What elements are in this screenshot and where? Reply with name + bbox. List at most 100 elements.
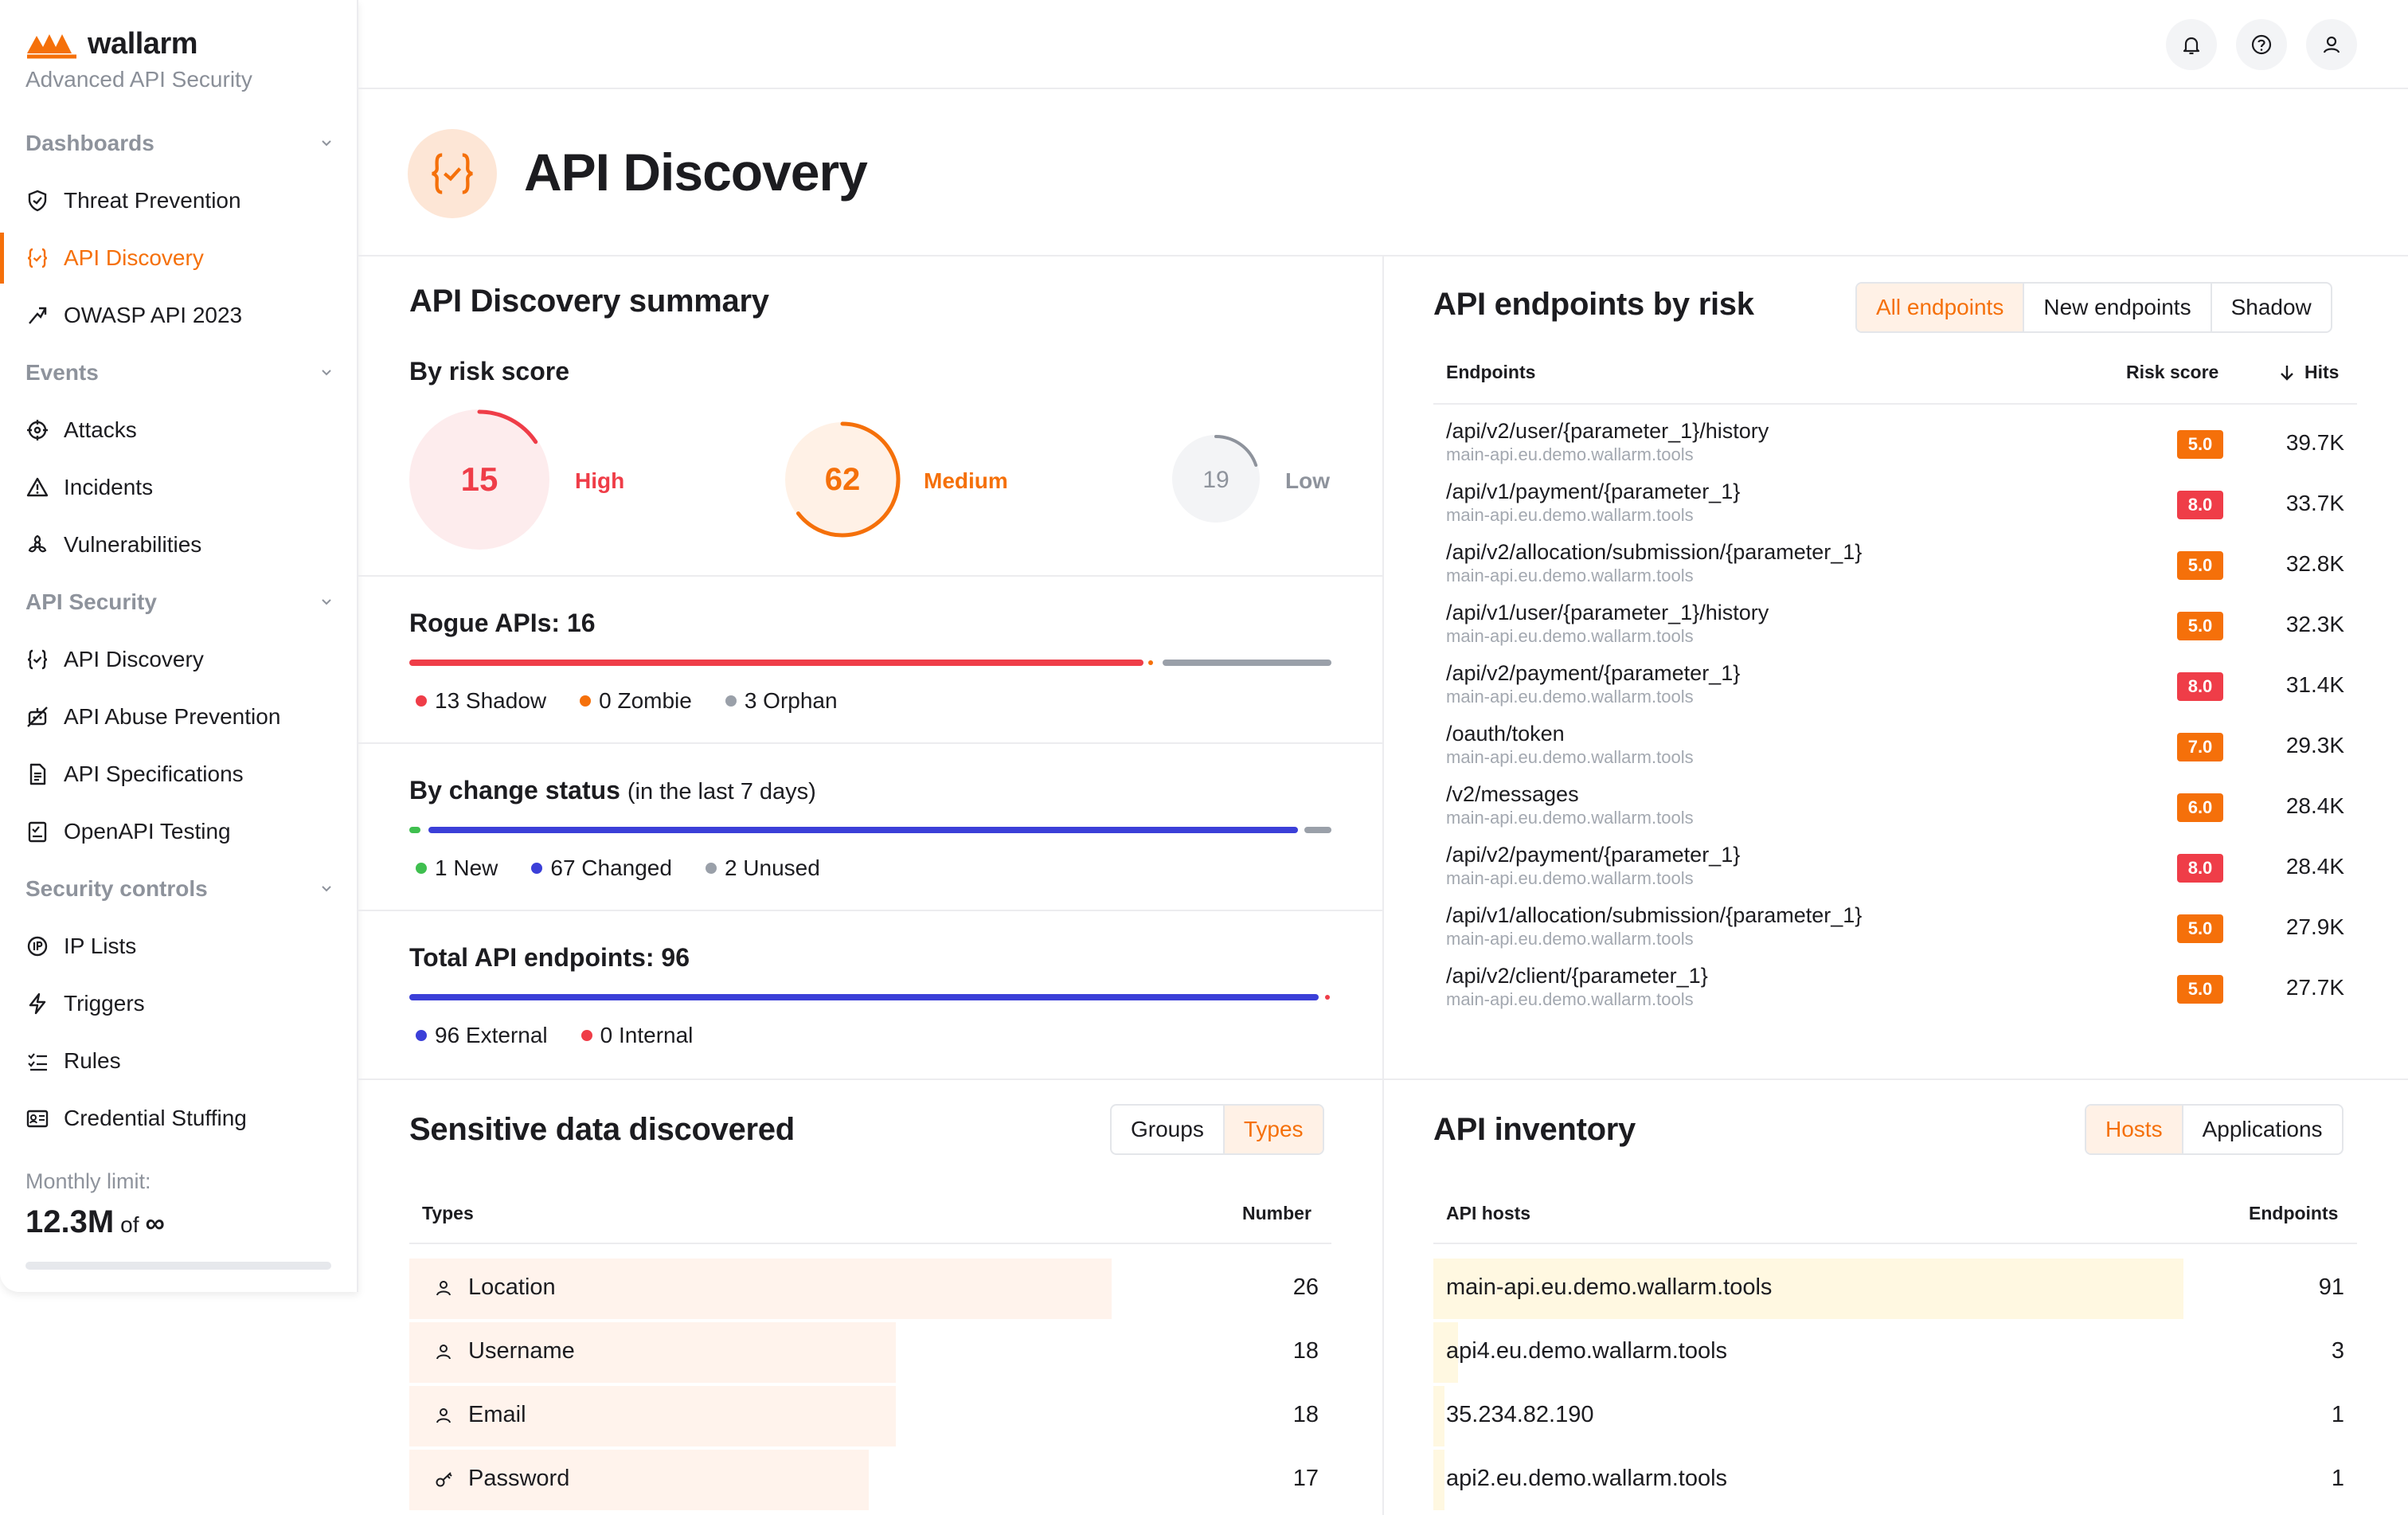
section-divider [358, 1079, 2408, 1080]
sidebar-item-label: API Discovery [64, 245, 204, 270]
sidebar-item-api-specifications[interactable]: API Specifications [0, 746, 358, 803]
change-legend-new[interactable]: 1 New [416, 855, 498, 881]
risk-medium-value: 62 [824, 462, 861, 497]
rogue-legend-orphan[interactable]: 3 Orphan [725, 688, 838, 714]
endpoint-host: main-api.eu.demo.wallarm.tools [1446, 868, 1694, 888]
endpoint-row[interactable]: /api/v2/allocation/submission/{parameter… [1433, 540, 2357, 601]
profile-button[interactable] [2306, 19, 2357, 70]
nav-section-api-security[interactable]: API Security [0, 574, 358, 631]
sidebar-item-rules[interactable]: Rules [0, 1032, 358, 1090]
sensitive-data-type: Username [435, 1338, 575, 1364]
legend-label: 0 Zombie [599, 688, 692, 713]
endpoint-host: main-api.eu.demo.wallarm.tools [1446, 687, 1694, 707]
sidebar-item-api-discovery-dashboard[interactable]: API Discovery [0, 229, 358, 287]
sidebar-item-label: Attacks [64, 417, 137, 442]
risk-score-header[interactable]: Risk score [2126, 362, 2218, 383]
sensitive-data-row[interactable]: Email 18 [409, 1386, 1331, 1446]
biohazard-icon [25, 533, 49, 557]
tab-applications[interactable]: Applications [2183, 1106, 2342, 1153]
legend-dot [580, 1030, 592, 1041]
endpoint-path: /api/v2/payment/{parameter_1} [1446, 661, 1741, 685]
total-legend: 96 External 0 Internal [416, 1023, 726, 1048]
sensitive-data-row[interactable]: Username 18 [409, 1322, 1331, 1383]
endpoint-row[interactable]: /v2/messages main-api.eu.demo.wallarm.too… [1433, 782, 2357, 843]
sidebar-item-owasp-api-2023[interactable]: OWASP API 2023 [0, 287, 358, 344]
inventory-row[interactable]: api4.eu.demo.wallarm.tools 3 [1433, 1322, 2357, 1383]
sidebar-item-openapi-testing[interactable]: OpenAPI Testing [0, 803, 358, 860]
tab-shadow[interactable]: Shadow [2212, 284, 2331, 331]
tab-all-endpoints[interactable]: All endpoints [1857, 284, 2025, 331]
rogue-legend-shadow[interactable]: 13 Shadow [416, 688, 546, 714]
nav-section-events[interactable]: Events [0, 344, 358, 401]
monthly-limit-max: ∞ [145, 1208, 165, 1239]
notifications-button[interactable] [2166, 19, 2217, 70]
endpoint-row[interactable]: /oauth/token main-api.eu.demo.wallarm.too… [1433, 722, 2357, 782]
inventory-row[interactable]: main-api.eu.demo.wallarm.tools 91 [1433, 1259, 2357, 1319]
endpoint-row[interactable]: /api/v2/payment/{parameter_1} main-api.eu… [1433, 661, 2357, 722]
sidebar-item-vulnerabilities[interactable]: Vulnerabilities [0, 516, 358, 574]
sidebar-item-label: Credential Stuffing [64, 1106, 247, 1130]
total-legend-internal[interactable]: 0 Internal [580, 1023, 693, 1048]
sidebar-item-attacks[interactable]: Attacks [0, 401, 358, 459]
endpoint-row[interactable]: /api/v2/payment/{parameter_1} main-api.eu… [1433, 843, 2357, 903]
tab-hosts[interactable]: Hosts [2086, 1106, 2183, 1153]
endpoints-tabs: All endpoints New endpoints Shadow [1855, 282, 2332, 333]
inventory-endpoints-header[interactable]: Endpoints [2249, 1203, 2338, 1224]
nav-section-dashboards[interactable]: Dashboards [0, 115, 358, 172]
tab-groups[interactable]: Groups [1112, 1106, 1225, 1153]
endpoint-host: main-api.eu.demo.wallarm.tools [1446, 626, 1694, 646]
hits-header-label: Hits [2304, 362, 2340, 382]
sidebar-item-api-abuse-prevention[interactable]: API Abuse Prevention [0, 688, 358, 746]
arrow-icon [25, 303, 49, 327]
sidebar-item-api-discovery[interactable]: API Discovery [0, 631, 358, 688]
inventory-row[interactable]: api2.eu.demo.wallarm.tools 1 [1433, 1450, 2357, 1510]
chevron-down-icon [322, 599, 331, 605]
brand[interactable]: wallarm [25, 27, 198, 61]
sidebar-item-ip-lists[interactable]: IP Lists [0, 918, 358, 975]
sidebar-item-credential-stuffing[interactable]: Credential Stuffing [0, 1090, 358, 1147]
endpoint-row[interactable]: /api/v1/allocation/submission/{parameter… [1433, 903, 2357, 964]
total-legend-external[interactable]: 96 External [416, 1023, 548, 1048]
endpoint-row[interactable]: /api/v2/client/{parameter_1} main-api.eu.… [1433, 964, 2357, 1024]
risk-score-badge: 7.0 [2177, 733, 2223, 761]
risk-score-badge: 5.0 [2177, 551, 2223, 580]
endpoint-host: main-api.eu.demo.wallarm.tools [1446, 747, 1694, 767]
help-button[interactable] [2236, 19, 2287, 70]
bolt-icon [25, 992, 49, 1016]
endpoint-path: /api/v2/user/{parameter_1}/history [1446, 419, 1769, 443]
number-header[interactable]: Number [1242, 1203, 1312, 1224]
rogue-orphan-bar [1163, 660, 1331, 666]
top-bar [358, 0, 2408, 89]
rogue-apis-title: Rogue APIs: 16 [409, 609, 596, 637]
hits-header[interactable]: Hits [2279, 362, 2339, 383]
endpoint-row[interactable]: /api/v1/payment/{parameter_1} main-api.eu… [1433, 480, 2357, 540]
summary-title: API Discovery summary [409, 284, 769, 319]
sidebar-item-triggers[interactable]: Triggers [0, 975, 358, 1032]
risk-low-value: 19 [1202, 467, 1229, 493]
sidebar-item-threat-prevention[interactable]: Threat Prevention [0, 172, 358, 229]
risk-score-badge: 5.0 [2177, 975, 2223, 1004]
endpoint-row[interactable]: /api/v2/user/{parameter_1}/history main-a… [1433, 419, 2357, 480]
robot-icon [25, 705, 49, 729]
types-header[interactable]: Types [422, 1203, 474, 1224]
tab-new-endpoints[interactable]: New endpoints [2024, 284, 2212, 331]
inventory-endpoints: 1 [2331, 1402, 2344, 1427]
sensitive-data-row[interactable]: Location 26 [409, 1259, 1331, 1319]
endpoint-row[interactable]: /api/v1/user/{parameter_1}/history main-a… [1433, 601, 2357, 661]
change-legend-unused[interactable]: 2 Unused [705, 855, 820, 881]
chevron-down-icon [322, 140, 331, 147]
endpoints-header[interactable]: Endpoints [1446, 362, 1535, 383]
sidebar-item-label: OpenAPI Testing [64, 819, 231, 844]
tab-types[interactable]: Types [1224, 1106, 1323, 1153]
sensitive-data-row[interactable]: Password 17 [409, 1450, 1331, 1510]
chevron-down-icon [322, 886, 331, 892]
change-legend-changed[interactable]: 67 Changed [531, 855, 672, 881]
change-status-subtitle: (in the last 7 days) [627, 779, 816, 804]
inventory-row[interactable]: 35.234.82.190 1 [1433, 1386, 2357, 1446]
api-hosts-header[interactable]: API hosts [1446, 1203, 1530, 1224]
nav-section-security-controls[interactable]: Security controls [0, 860, 358, 918]
rogue-legend-zombie[interactable]: 0 Zombie [580, 688, 692, 714]
crosshair-icon [25, 418, 49, 442]
warning-icon [25, 476, 49, 499]
sidebar-item-incidents[interactable]: Incidents [0, 459, 358, 516]
